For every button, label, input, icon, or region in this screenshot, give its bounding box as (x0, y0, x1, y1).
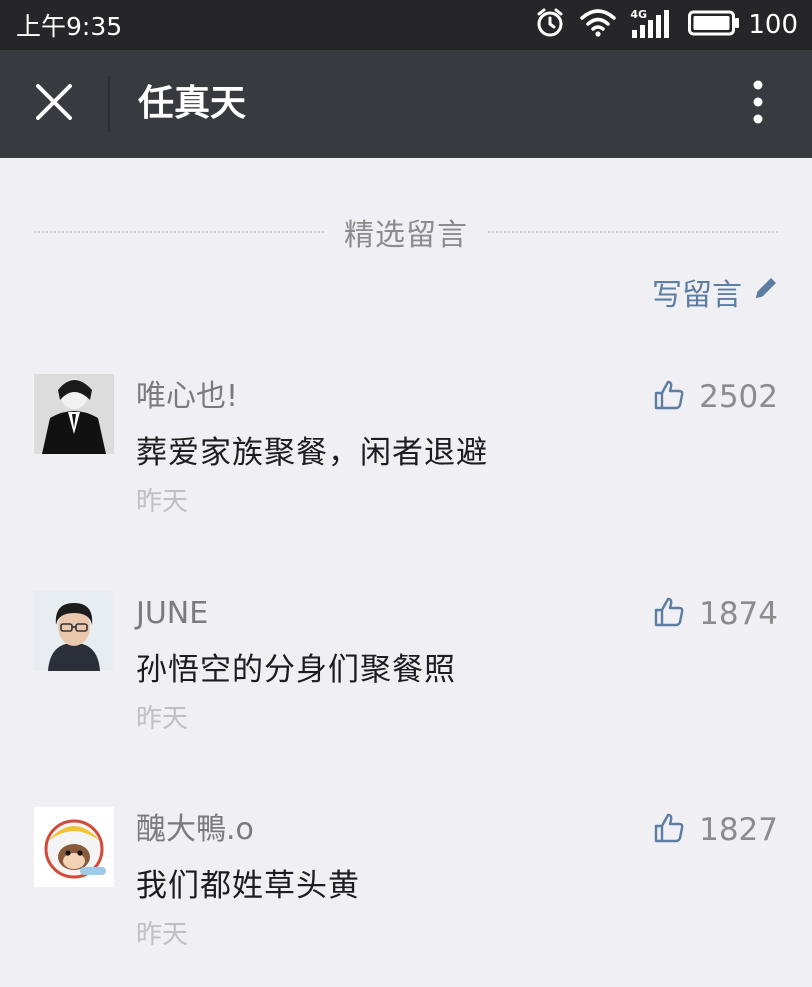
comment-text: 我们都姓草头黄 (136, 868, 360, 904)
comment-time: 昨天 (136, 487, 189, 517)
divider-left (34, 231, 324, 233)
section-title: 精选留言 (344, 218, 468, 253)
more-options-button[interactable] (730, 72, 786, 136)
title-bar: 任真天 (0, 50, 812, 158)
battery-icon (688, 9, 740, 41)
wifi-icon (580, 8, 617, 42)
comment-item: 唯心也! 2502 葬爱家族聚餐，闲者退避 昨天 (0, 374, 812, 554)
title-divider (108, 76, 110, 132)
avatar[interactable] (34, 807, 114, 887)
comment-time: 昨天 (136, 920, 189, 950)
avatar[interactable] (34, 591, 114, 671)
status-bar: 上午9:35 4G 100 (0, 0, 812, 50)
like-button[interactable]: 1874 (653, 591, 778, 637)
page-title: 任真天 (138, 83, 247, 124)
status-icons: 4G 100 (534, 7, 798, 43)
section-header: 精选留言 (34, 208, 778, 256)
divider-right (488, 231, 778, 233)
like-count: 1874 (699, 596, 778, 632)
comment-nickname: 醜大鴨.o (136, 812, 254, 847)
battery-level: 100 (748, 10, 798, 40)
more-vertical-icon (752, 80, 764, 128)
comment-text: 葬爱家族聚餐，闲者退避 (136, 435, 488, 471)
alarm-icon (534, 7, 566, 43)
status-time: 上午9:35 (16, 12, 123, 41)
close-button[interactable] (22, 72, 86, 136)
close-icon (35, 83, 73, 125)
like-count: 1827 (699, 812, 778, 848)
like-button[interactable]: 1827 (653, 807, 778, 853)
like-button[interactable]: 2502 (653, 374, 778, 420)
write-comment-button[interactable]: 写留言 (652, 268, 780, 316)
comment-item: 醜大鴨.o 1827 我们都姓草头黄 昨天 (0, 807, 812, 987)
comment-time: 昨天 (136, 704, 189, 734)
pencil-icon (752, 274, 780, 310)
comment-item: JUNE 1874 孙悟空的分身们聚餐照 昨天 (0, 591, 812, 771)
thumbs-up-icon (653, 812, 685, 848)
comment-nickname: JUNE (136, 596, 209, 631)
signal-4g-icon: 4G (630, 8, 674, 40)
thumbs-up-icon (653, 379, 685, 415)
comment-nickname: 唯心也! (136, 379, 239, 414)
like-count: 2502 (699, 379, 778, 415)
avatar[interactable] (34, 374, 114, 454)
write-comment-label: 写留言 (652, 278, 742, 313)
comment-text: 孙悟空的分身们聚餐照 (136, 652, 456, 688)
thumbs-up-icon (653, 596, 685, 632)
